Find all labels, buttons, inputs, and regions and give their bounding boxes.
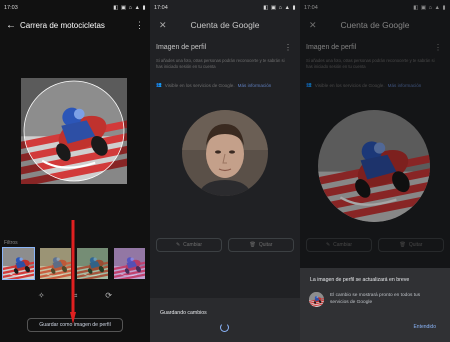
- update-dialog: La imagen de perfil se actualizará en br…: [300, 268, 450, 342]
- app-bar: ← Carrera de motocicletas ⋮: [0, 16, 150, 34]
- dialog-ok-button[interactable]: Entendido: [413, 324, 436, 330]
- change-label: Cambiar: [183, 242, 203, 248]
- status-bar: 17:04 ◧ ▣ ⌂ ▲ ▮: [154, 4, 296, 12]
- page-title: Carrera de motocicletas: [20, 20, 105, 30]
- rotate-icon[interactable]: ⟳: [105, 291, 112, 301]
- trash-icon: 🗑: [249, 242, 256, 248]
- status-icons: ◧ ▣ ⌂ ▲ ▮: [113, 5, 146, 11]
- filter-thumb-4[interactable]: [113, 247, 146, 280]
- avatar-face: [182, 110, 268, 196]
- status-icons: ◧ ▣ ⌂ ▲ ▮: [263, 5, 296, 11]
- photo-actions: ✎ Cambiar 🗑 Quitar: [156, 238, 294, 252]
- app-bar: ✕ Cuenta de Google: [150, 16, 300, 34]
- filter-thumb-3[interactable]: [76, 247, 109, 280]
- crop-circle-overlay: [21, 78, 127, 184]
- crop-area[interactable]: [21, 78, 127, 184]
- status-bar: 17:03 ◧ ▣ ⌂ ▲ ▮: [4, 4, 146, 12]
- saving-text: Guardando cambios: [160, 310, 207, 316]
- filter-thumb-2[interactable]: [39, 247, 72, 280]
- dialog-avatar: [309, 292, 324, 307]
- more-options-icon[interactable]: ⋮: [284, 43, 292, 52]
- screen-saving: 17:04 ◧ ▣ ⌂ ▲ ▮ ✕ Cuenta de Google Image…: [150, 0, 300, 342]
- loading-spinner-icon: [220, 323, 229, 332]
- red-arrow-annotation: [70, 220, 76, 324]
- info-text: Si añades una foto, otras personas podrá…: [156, 58, 285, 69]
- remove-label: Quitar: [258, 242, 273, 248]
- more-options-icon[interactable]: ⋮: [135, 20, 144, 31]
- section-title: Imagen de perfil: [156, 44, 207, 51]
- screen-crop-editor: 17:03 ◧ ▣ ⌂ ▲ ▮ ← Carrera de motocicleta…: [0, 0, 150, 342]
- dialog-title: La imagen de perfil se actualizará en br…: [310, 277, 410, 283]
- status-time: 17:04: [154, 5, 168, 11]
- status-time: 17:03: [4, 5, 18, 11]
- people-icon: 👥: [156, 82, 162, 87]
- saving-sheet: Guardando cambios: [150, 298, 300, 342]
- pencil-icon: ✎: [175, 242, 181, 248]
- learn-more-link[interactable]: Más información: [238, 83, 272, 88]
- filter-thumb-original[interactable]: [2, 247, 35, 280]
- face-photo: [182, 110, 268, 196]
- filters-label: Filtros: [4, 240, 18, 246]
- remove-button[interactable]: 🗑 Quitar: [228, 238, 294, 252]
- visibility-row: 👥 Visible en los servicios de Google. Má…: [156, 82, 271, 88]
- back-arrow-icon[interactable]: ←: [2, 20, 20, 31]
- dialog-text: El cambio se mostrará pronto en todos tu…: [330, 293, 421, 305]
- change-button[interactable]: ✎ Cambiar: [156, 238, 222, 252]
- magic-wand-icon[interactable]: ✧: [38, 291, 45, 301]
- visibility-text: Visible en los servicios de Google.: [164, 82, 235, 88]
- page-title: Cuenta de Google: [190, 20, 260, 30]
- screen-updated: 17:04 ◧ ▣ ⌂ ▲ ▮ ✕ Cuenta de Google Image…: [300, 0, 450, 342]
